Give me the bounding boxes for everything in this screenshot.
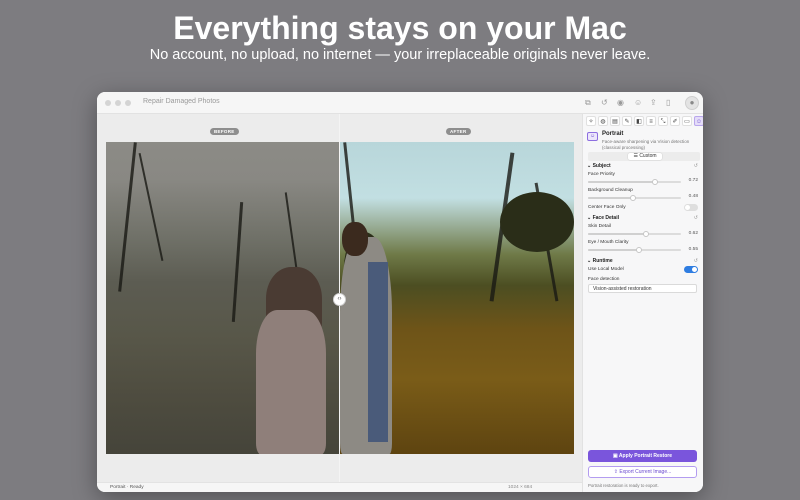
status-text: Portrait · Ready [110, 485, 144, 490]
export-image-button[interactable]: ⇪ Export Current Image... [588, 466, 697, 478]
preset-custom[interactable]: ☰ Custom [628, 153, 662, 160]
face-icon[interactable]: ☺ [634, 98, 642, 108]
undo-icon[interactable]: ↺ [601, 98, 608, 108]
eye-mouth-clarity-label: Eye / Mouth Clarity [588, 240, 629, 245]
before-label: BEFORE [210, 128, 239, 135]
face-priority-value: 0.72 [688, 178, 698, 183]
mode-title: Portrait [602, 131, 624, 137]
image-dimensions: 1024 × 684 [508, 485, 533, 490]
skin-detail-slider[interactable] [588, 231, 681, 237]
face-priority-label: Face Priority [588, 172, 615, 177]
status-bar: Portrait · Ready 1024 × 684 [97, 482, 582, 492]
profile-icon[interactable]: ● [685, 96, 699, 110]
film-icon[interactable]: ▭ [682, 116, 692, 126]
section-runtime[interactable]: ⌄ Runtime [587, 258, 613, 264]
title-bar: Repair Damaged Photos ⧉ ↺ ◉ ☺ ⇪ ▯ ● [97, 92, 703, 114]
close-window-button[interactable] [105, 100, 111, 106]
mode-description: Face-aware sharpening via Vision detecti… [602, 139, 690, 150]
eye-mouth-clarity-value: 0.55 [688, 247, 698, 252]
minimize-window-button[interactable] [115, 100, 121, 106]
preset-selector[interactable]: ☰ Custom [588, 152, 700, 161]
split-handle-icon[interactable]: ‹› [333, 293, 346, 306]
use-local-model-toggle[interactable] [684, 266, 698, 273]
section-subject[interactable]: ⌄ Subject [587, 163, 611, 169]
face-priority-slider[interactable] [588, 179, 681, 185]
hero-title: Everything stays on your Mac [173, 10, 627, 46]
use-local-model-label: Use Local Model [588, 267, 624, 272]
skin-detail-value: 0.62 [688, 231, 698, 236]
bandage-icon[interactable]: ✎ [622, 116, 632, 126]
after-photo [340, 142, 574, 454]
eye-mouth-clarity-slider[interactable] [588, 247, 681, 253]
contrast-icon[interactable]: ◧ [634, 116, 644, 126]
reset-icon[interactable]: ↺ [694, 258, 698, 264]
portrait-icon: ☺ [587, 132, 598, 141]
inspector-panel: ✧ ◍ ▤ ✎ ◧ ≡ ⤡ ✐ ▭ ☺ ☺ Portrait Face-awar… [582, 114, 703, 492]
eye-icon[interactable]: ◉ [617, 98, 624, 108]
face-detection-label: Face detection [588, 277, 620, 282]
background-cleanup-label: Background Cleanup [588, 188, 633, 193]
center-face-only-label: Center Face Only [588, 205, 626, 210]
apply-portrait-restore-button[interactable]: ▣ Apply Portrait Restore [588, 450, 697, 462]
blur-icon[interactable]: ◍ [598, 116, 608, 126]
pen-icon[interactable]: ✐ [670, 116, 680, 126]
zoom-window-button[interactable] [125, 100, 131, 106]
hero-subtitle: No account, no upload, no internet — you… [149, 47, 651, 63]
reset-icon[interactable]: ↺ [694, 215, 698, 221]
face-detection-field[interactable]: Vision-assisted restoration [588, 284, 697, 293]
app-window: Repair Damaged Photos ⧉ ↺ ◉ ☺ ⇪ ▯ ● BEFO… [97, 92, 703, 492]
document-icon[interactable]: ▤ [610, 116, 620, 126]
center-face-only-toggle[interactable] [684, 204, 698, 211]
section-face-detail[interactable]: ⌄ Face Detail [587, 215, 619, 221]
after-label: AFTER [446, 128, 471, 135]
resize-icon[interactable]: ⤡ [658, 116, 668, 126]
panel-footer-text: Portrait restoration is ready to export. [588, 483, 659, 488]
portrait-mode-icon[interactable]: ☺ [694, 116, 703, 126]
copy-icon[interactable]: ⧉ [585, 98, 591, 108]
mode-toolbar: ✧ ◍ ▤ ✎ ◧ ≡ ⤡ ✐ ▭ ☺ [586, 116, 703, 127]
image-canvas[interactable]: BEFORE AFTER ‹› [97, 114, 582, 482]
window-title: Repair Damaged Photos [143, 98, 220, 105]
before-photo [106, 142, 340, 454]
wand-icon[interactable]: ✧ [586, 116, 596, 126]
sidebar-icon[interactable]: ▯ [666, 98, 670, 108]
layers-icon[interactable]: ≡ [646, 116, 656, 126]
skin-detail-label: Skin Detail [588, 224, 611, 229]
background-cleanup-value: 0.48 [688, 194, 698, 199]
background-cleanup-slider[interactable] [588, 195, 681, 201]
reset-icon[interactable]: ↺ [694, 163, 698, 169]
share-icon[interactable]: ⇪ [650, 98, 657, 108]
